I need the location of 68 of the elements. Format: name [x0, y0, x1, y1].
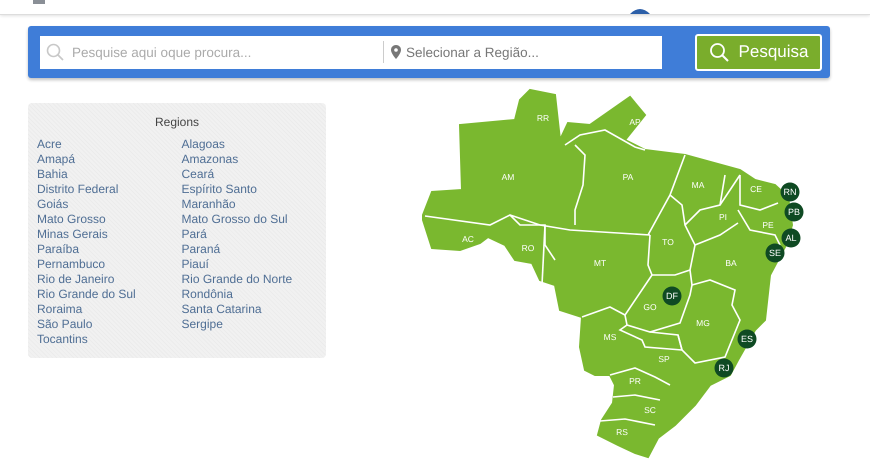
- state-label: PB: [788, 207, 800, 217]
- state-label: PE: [762, 220, 774, 230]
- region-link[interactable]: Pará: [182, 227, 207, 242]
- region-link[interactable]: Bahia: [37, 167, 68, 182]
- region-link[interactable]: Maranhão: [182, 197, 236, 212]
- state-label: SP: [658, 354, 670, 364]
- region-link[interactable]: Mato Grosso: [37, 212, 106, 227]
- state-label: ES: [741, 334, 753, 344]
- region-link[interactable]: Santa Catarina: [182, 302, 262, 317]
- region-link[interactable]: Amapá: [37, 152, 76, 167]
- region-link[interactable]: Rio Grande do Norte: [182, 272, 292, 287]
- region-link[interactable]: Amazonas: [182, 152, 238, 167]
- state-marker[interactable]: [662, 286, 682, 306]
- state-label: AP: [629, 117, 641, 127]
- search-icon: [46, 43, 64, 61]
- search-icon: [708, 42, 729, 62]
- state-label: TO: [662, 237, 674, 247]
- state-marker[interactable]: [766, 244, 784, 262]
- region-link[interactable]: Distrito Federal: [37, 182, 118, 197]
- state-marker[interactable]: [780, 182, 800, 202]
- region-link[interactable]: Piauí: [182, 257, 209, 272]
- state-marker[interactable]: [784, 202, 804, 222]
- state-label: MG: [696, 318, 710, 328]
- state-label: MS: [604, 332, 616, 342]
- state-label: SE: [769, 248, 781, 258]
- state-label: AM: [502, 172, 514, 182]
- state-label: PR: [629, 376, 641, 386]
- state-label: CE: [750, 184, 762, 194]
- region-link[interactable]: Sergipe: [182, 317, 223, 332]
- state-label: DF: [666, 291, 678, 301]
- state-marker[interactable]: [738, 330, 756, 348]
- region-link[interactable]: Alagoas: [182, 137, 225, 152]
- state-label: RS: [616, 427, 628, 437]
- state-label: SC: [644, 405, 656, 415]
- region-link[interactable]: Rio Grande do Sul: [37, 287, 136, 302]
- region-link[interactable]: Pernambuco: [37, 257, 106, 272]
- region-link[interactable]: Mato Grosso do Sul: [182, 212, 288, 227]
- region-link[interactable]: Rio de Janeiro: [37, 272, 114, 287]
- region-link[interactable]: Goiás: [37, 197, 68, 212]
- region-link[interactable]: Tocantins: [37, 332, 88, 347]
- search-button[interactable]: Pesquisa: [695, 34, 822, 70]
- state-marker[interactable]: [714, 358, 734, 378]
- state-label: BA: [725, 258, 737, 268]
- state-label: RO: [522, 243, 534, 253]
- state-label: PI: [718, 212, 728, 222]
- state-label: MT: [594, 258, 606, 268]
- location-pin-icon: [391, 45, 401, 59]
- state-label: MA: [692, 180, 704, 190]
- state-label: PA: [622, 172, 634, 182]
- state-label: RN: [784, 187, 796, 197]
- region-link[interactable]: Minas Gerais: [37, 227, 108, 242]
- region-link[interactable]: Roraima: [37, 302, 82, 317]
- region-link[interactable]: Acre: [37, 137, 62, 152]
- state-label: GO: [643, 302, 657, 312]
- search-input[interactable]: Pesquise aqui oque procura...: [72, 38, 383, 66]
- region-link[interactable]: Rondônia: [182, 287, 233, 302]
- region-link[interactable]: Ceará: [182, 167, 214, 182]
- region-link[interactable]: Paraná: [182, 242, 220, 257]
- state-label: AL: [786, 233, 796, 243]
- region-link[interactable]: São Paulo: [37, 317, 92, 332]
- state-label: AC: [462, 234, 474, 244]
- state-label: RR: [536, 113, 550, 123]
- panel-title: Regions: [154, 115, 200, 129]
- state-label: RJ: [718, 363, 730, 373]
- region-link[interactable]: Paraíba: [37, 242, 80, 257]
- region-input[interactable]: Selecionar a Região...: [406, 38, 662, 66]
- state-marker[interactable]: [782, 228, 800, 248]
- region-link[interactable]: Espírito Santo: [182, 182, 257, 197]
